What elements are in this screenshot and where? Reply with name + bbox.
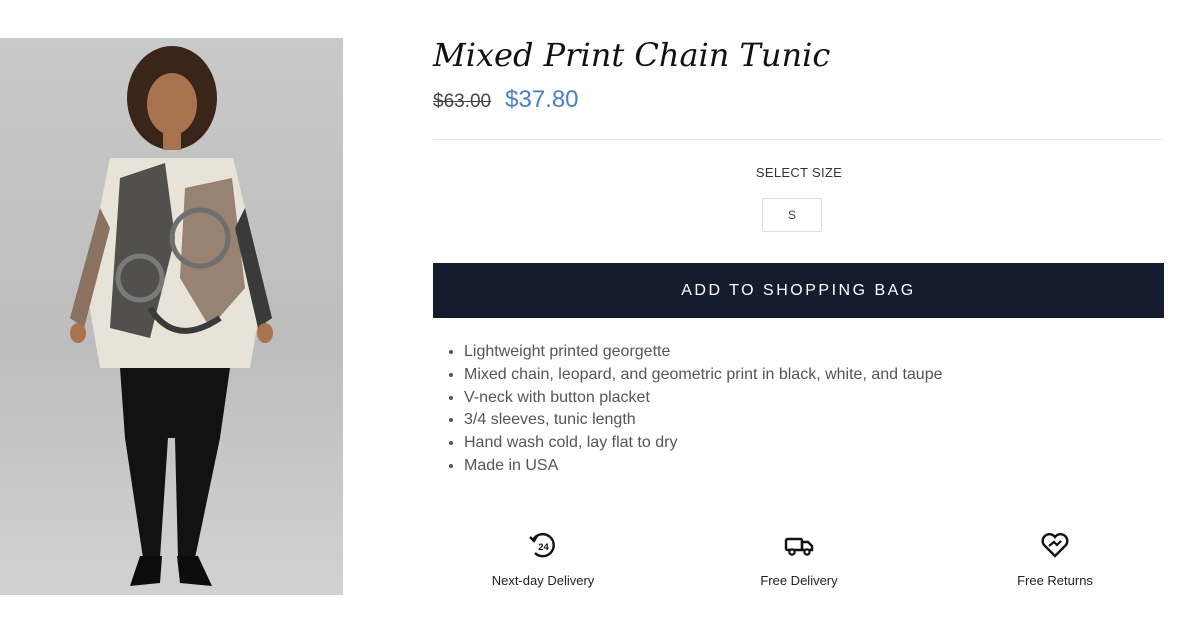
feature-item: 3/4 sleeves, tunic length [464,409,943,432]
product-title: Mixed Print Chain Tunic [433,36,831,74]
feature-item: Hand wash cold, lay flat to dry [464,432,943,455]
add-to-bag-button[interactable]: ADD TO SHOPPING BAG [433,263,1164,318]
feature-item: Mixed chain, leopard, and geometric prin… [464,364,943,387]
feature-list: Lightweight printed georgette Mixed chai… [433,341,943,478]
service-free-delivery: Free Delivery [699,530,899,588]
model-illustration [70,46,273,586]
service-label: Next-day Delivery [491,573,595,588]
service-label: Free Delivery [760,573,838,588]
divider [433,139,1164,140]
price-row: $63.00 $37.80 [433,86,579,114]
truck-icon [784,537,814,556]
service-next-day-delivery: 24 Next-day Delivery [443,530,643,588]
feature-item: Lightweight printed georgette [464,341,943,364]
24-hour-delivery-icon: 24 [529,532,555,558]
sale-price: $37.80 [505,86,579,113]
heart-return-icon [1041,533,1069,558]
service-free-returns: Free Returns [955,530,1155,588]
product-image[interactable] [0,38,343,595]
service-label: Free Returns [1017,573,1093,588]
feature-item: Made in USA [464,455,943,478]
select-size-label: SELECT SIZE [755,165,843,180]
original-price: $63.00 [433,91,492,112]
size-option-s[interactable]: S [762,198,822,232]
svg-text:24: 24 [538,542,549,553]
feature-item: V-neck with button placket [464,387,943,410]
